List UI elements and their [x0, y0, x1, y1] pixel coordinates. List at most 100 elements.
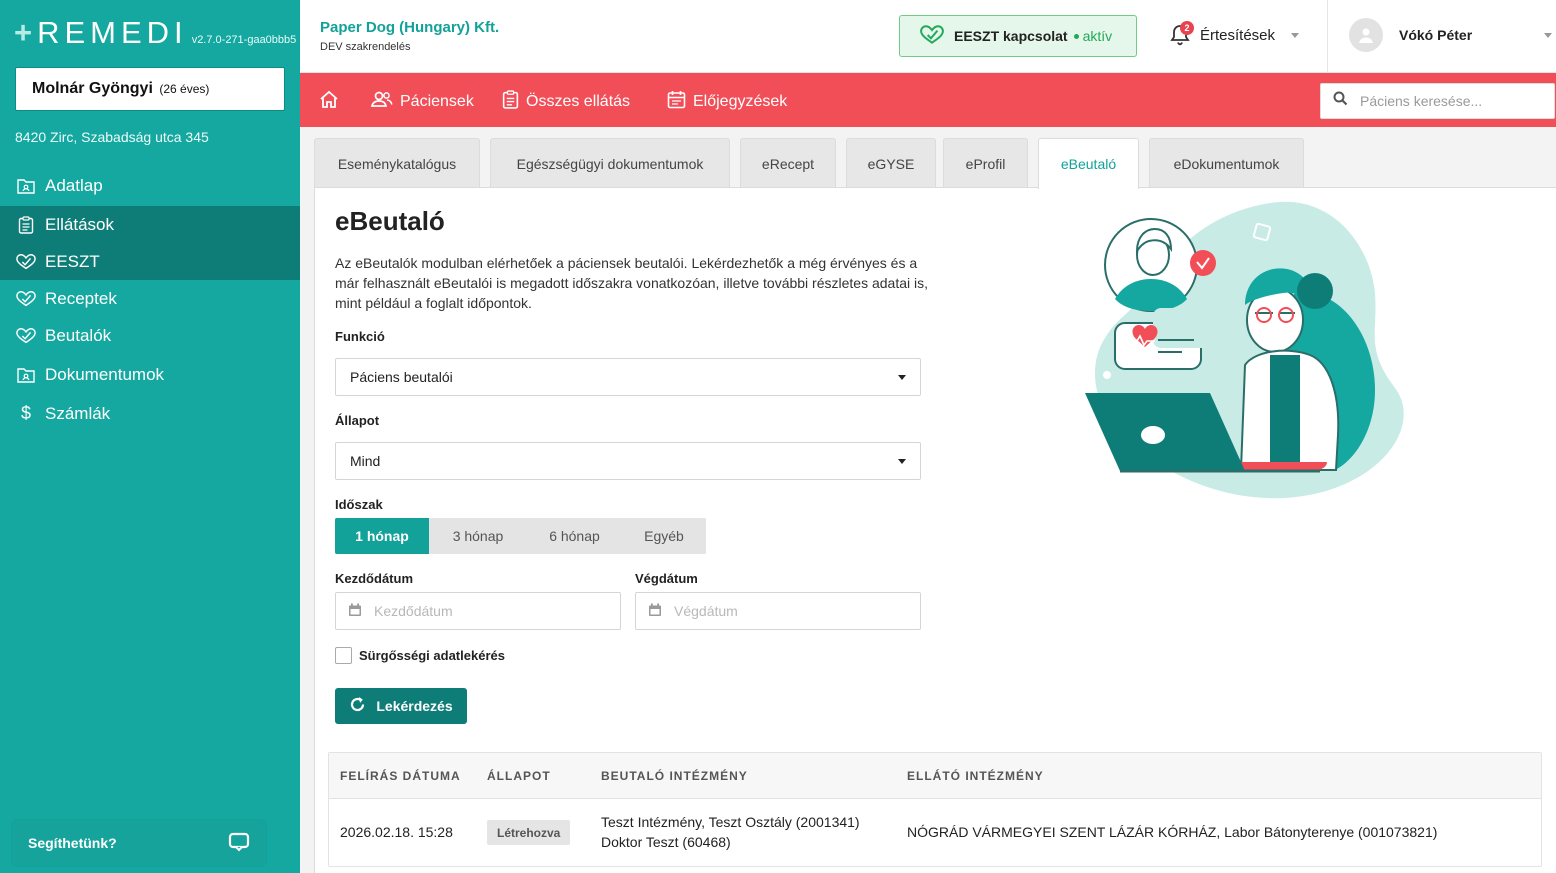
table-header: FELÍRÁS DÁTUMA ÁLLAPOT BEUTALÓ INTÉZMÉNY… — [329, 753, 1541, 799]
chevron-down-icon — [898, 374, 906, 380]
query-button[interactable]: Lekérdezés — [335, 688, 467, 724]
allapot-label: Állapot — [335, 413, 380, 428]
sidebar-item-ellatasok[interactable]: Ellátások — [0, 206, 300, 243]
patient-age: (26 éves) — [159, 82, 210, 96]
sidebar-item-label: Beutalók — [45, 325, 112, 345]
eeszt-icon — [16, 289, 36, 309]
idoszak-option-6-honap[interactable]: 6 hónap — [527, 518, 622, 554]
column-header-referrer[interactable]: BEUTALÓ INTÉZMÉNY — [601, 769, 748, 783]
urgent-checkbox[interactable]: Sürgősségi adatlekérés — [335, 647, 505, 664]
page-description: Az eBeutalók modulban elérhetőek a pácie… — [335, 255, 928, 311]
chevron-down-icon — [898, 458, 906, 464]
checkbox-box[interactable] — [335, 647, 352, 664]
tab-eprofil[interactable]: eProfil — [943, 138, 1028, 188]
notifications-dropdown[interactable]: 2 Értesítések — [1170, 21, 1300, 46]
tab-egyse[interactable]: eGYSE — [846, 138, 936, 188]
calendar-icon — [667, 90, 693, 114]
eeszt-connection-status[interactable]: EESZT kapcsolat aktív — [899, 15, 1137, 57]
app-version: v2.7.0-271-gaa0bbb5 — [191, 34, 297, 46]
sidebar-item-adatlap[interactable]: Adatlap — [0, 167, 300, 204]
clipboard-icon — [502, 90, 526, 114]
tab-egeszsegugyi-dokumentumok[interactable]: Egészségügyi dokumentumok — [490, 138, 730, 188]
end-date-field[interactable] — [635, 592, 921, 630]
status-badge: Létrehozva — [487, 820, 571, 845]
eeszt-icon — [16, 326, 36, 346]
patient-address: 8420 Zirc, Szabadság utca 345 — [15, 129, 209, 145]
funkcio-label: Funkció — [335, 329, 385, 344]
home-icon — [319, 90, 346, 114]
user-menu[interactable]: Vókó Péter — [1349, 18, 1553, 52]
end-date-input[interactable] — [674, 603, 894, 619]
patient-card[interactable]: Molnár Gyöngyi (26 éves) — [15, 67, 285, 111]
logo-text: +REMEDI — [14, 15, 188, 50]
idoszak-option-1-honap[interactable]: 1 hónap — [335, 518, 429, 554]
urgent-label: Sürgősségi adatlekérés — [359, 648, 505, 663]
row-referrer-doctor: Doktor Teszt (60468) — [601, 834, 731, 850]
org-name: Paper Dog (Hungary) Kft. — [320, 19, 500, 36]
doctor-illustration — [1075, 195, 1415, 505]
sidebar-item-label: Ellátások — [45, 214, 114, 234]
column-header-date[interactable]: FELÍRÁS DÁTUMA — [340, 769, 461, 783]
nav-osszes-ellatas[interactable]: Összes ellátás — [502, 90, 630, 114]
sidebar-item-label: Számlák — [45, 403, 111, 423]
calendar-icon — [348, 603, 362, 620]
sidebar-nav: Adatlap Ellátások EESZT Receptek Beutaló… — [0, 167, 300, 432]
help-chat-button[interactable]: Segíthetünk? — [12, 820, 266, 866]
start-date-input[interactable] — [374, 603, 594, 619]
sidebar-item-label: Dokumentumok — [45, 364, 165, 384]
refresh-icon — [349, 696, 376, 716]
sidebar-item-label: Adatlap — [45, 175, 103, 195]
eeszt-status: aktív — [1073, 28, 1112, 44]
idoszak-option-3-honap[interactable]: 3 hónap — [429, 518, 527, 554]
sidebar-item-receptek[interactable]: Receptek — [0, 280, 300, 317]
allapot-select[interactable]: Mind — [335, 442, 921, 480]
divider — [1327, 0, 1328, 73]
app-logo[interactable]: +REMEDI v2.7.0-271-gaa0bbb5 — [14, 16, 296, 50]
funkcio-value: Páciens beutalói — [350, 369, 453, 385]
search-icon — [1333, 91, 1348, 111]
start-date-field[interactable] — [335, 592, 621, 630]
tab-edokumentumok[interactable]: eDokumentumok — [1149, 138, 1304, 188]
nav-label: Páciensek — [400, 92, 474, 110]
sidebar-item-szamlak[interactable]: $ Számlák — [0, 395, 300, 432]
users-icon — [370, 90, 400, 113]
page-title: eBeutaló — [335, 206, 445, 236]
nav-label: Összes ellátás — [526, 93, 631, 110]
tab-erecept[interactable]: eRecept — [740, 138, 836, 188]
funkcio-select[interactable]: Páciens beutalói — [335, 358, 921, 396]
column-header-provider[interactable]: ELLÁTÓ INTÉZMÉNY — [907, 769, 1044, 783]
notifications-label: Értesítések — [1200, 26, 1276, 44]
eeszt-label: EESZT kapcsolat — [954, 28, 1068, 44]
nav-elojegyzesek[interactable]: Előjegyzések — [667, 90, 787, 114]
patient-search[interactable] — [1320, 83, 1555, 119]
sidebar-item-beutalok[interactable]: Beutalók — [0, 317, 300, 354]
tab-ebeutalo[interactable]: eBeutaló — [1038, 138, 1139, 189]
idoszak-label: Időszak — [335, 497, 383, 512]
tab-esemenykatalogus[interactable]: Eseménykatalógus — [314, 138, 480, 188]
chevron-down-icon — [1291, 32, 1300, 38]
calendar-icon — [648, 603, 662, 620]
chat-icon — [228, 832, 250, 855]
end-date-label: Végdátum — [635, 571, 698, 586]
nav-paciensek[interactable]: Páciensek — [370, 90, 474, 113]
allapot-value: Mind — [350, 453, 381, 469]
sidebar-item-dokumentumok[interactable]: Dokumentumok — [0, 356, 300, 393]
top-bar: Paper Dog (Hungary) Kft. DEV szakrendelé… — [300, 0, 1556, 73]
organization[interactable]: Paper Dog (Hungary) Kft. DEV szakrendelé… — [320, 19, 499, 53]
user-name: Vókó Péter — [1399, 27, 1473, 43]
idoszak-option-egyeb[interactable]: Egyéb — [622, 518, 706, 554]
start-date-label: Kezdődátum — [335, 571, 413, 586]
column-header-status[interactable]: ÁLLAPOT — [487, 769, 551, 783]
notification-count-badge: 2 — [1180, 21, 1194, 35]
sidebar-item-eeszt[interactable]: EESZT — [0, 243, 300, 280]
query-label: Lekérdezés — [376, 698, 453, 714]
folder-user-icon — [16, 365, 36, 385]
row-referrer-institution: Teszt Intézmény, Teszt Osztály (2001341) — [601, 814, 860, 830]
eeszt-icon — [920, 24, 944, 48]
chevron-down-icon — [1544, 32, 1553, 38]
search-input[interactable] — [1360, 93, 1540, 109]
bell-icon: 2 — [1170, 21, 1194, 46]
home-link[interactable] — [319, 90, 346, 114]
row-date: 2026.02.18. 15:28 — [340, 824, 453, 840]
nav-label: Előjegyzések — [693, 93, 788, 110]
